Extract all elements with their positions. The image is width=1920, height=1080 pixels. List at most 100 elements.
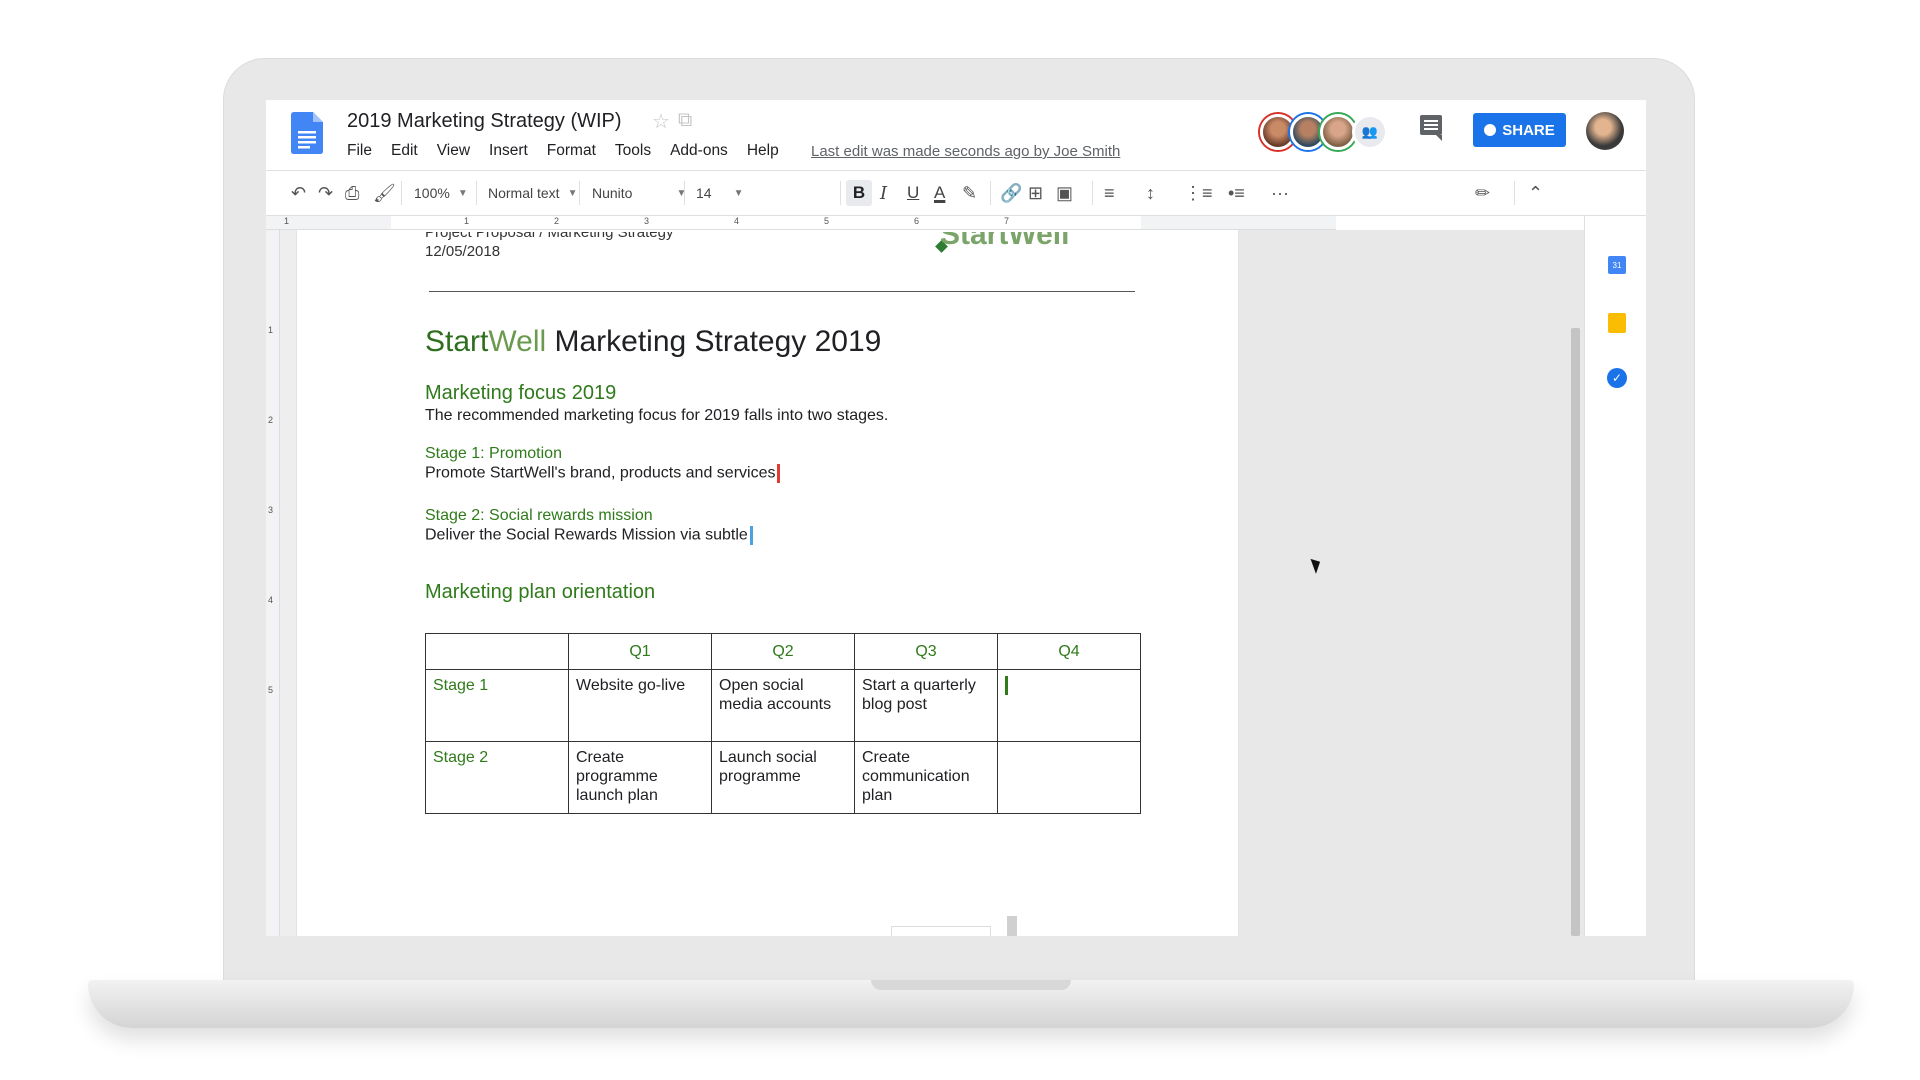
side-panel: 31 ✓ [1584,216,1646,936]
subheading: Stage 1: Promotion [425,445,562,462]
document-page[interactable]: Project Proposal / Marketing Strategy 12… [296,230,1239,936]
italic-button[interactable]: I [880,171,887,215]
header-divider [429,291,1135,292]
menu-format[interactable]: Format [547,142,596,160]
bulleted-list-icon[interactable]: •≡ [1228,171,1245,215]
more-options-icon[interactable]: ··· [1271,171,1289,215]
table-row: Stage 1 Website go-live Open social medi… [425,669,1141,742]
paint-format-icon[interactable]: 🖌 [373,171,396,215]
calendar-icon[interactable]: 31 [1608,256,1626,274]
collaborator-cursor [749,526,753,545]
marketing-plan-table[interactable]: Q1 Q2 Q3 Q4 Stage 1 Website go-live Open… [425,633,1141,814]
tasks-icon[interactable]: ✓ [1607,368,1627,388]
table-header-cell[interactable]: Q3 [854,633,998,670]
ruler-mark: 7 [1004,216,1010,226]
ruler-mark: 4 [268,595,274,605]
insert-image-icon[interactable]: ▣ [1056,171,1073,215]
toolbar-divider [476,181,477,205]
ruler-mark: 6 [914,216,920,226]
table-header-cell[interactable]: Q1 [568,633,712,670]
menu-insert[interactable]: Insert [489,142,528,160]
share-button-label: SHARE [1502,121,1555,139]
menu-tools[interactable]: Tools [615,142,651,160]
table-header-cell[interactable]: Q4 [997,633,1141,670]
ruler-mark: 3 [644,216,650,226]
heading-brand-well: Well [488,325,547,358]
horizontal-ruler[interactable]: 1 1 2 3 4 5 6 7 [266,216,1336,230]
table-header-cell[interactable] [425,633,569,670]
underline-button[interactable]: U [907,171,919,215]
collaborator-cursor [1005,676,1008,695]
section-heading: Marketing focus 2019 [425,382,617,404]
table-row-header[interactable]: Stage 1 [425,669,569,742]
font-value: Nunito [592,185,633,201]
toolbar: ↶ ↷ ⎙ 🖌 100% ▼ Normal text ▼ Nunito ▼ 14 ▼ B… [266,170,1646,216]
subheading: Stage 2: Social rewards mission [425,507,653,524]
paragraph-text: Promote StartWell's brand, products and … [425,464,776,482]
vertical-ruler[interactable]: 1 2 3 4 5 [266,230,280,936]
menu-bar: File Edit View Insert Format Tools Add-o… [347,142,798,160]
font-size-select[interactable]: 14 ▼ [696,171,743,215]
docs-logo-icon[interactable] [291,112,323,154]
toolbar-divider [990,181,991,205]
vertical-scrollbar[interactable] [1571,328,1580,936]
ruler-mark: 1 [284,216,290,226]
line-spacing-icon[interactable]: ↕ [1146,171,1155,215]
paragraph: The recommended marketing focus for 2019… [425,407,889,424]
zoom-select[interactable]: 100% ▼ [414,171,468,215]
menu-help[interactable]: Help [747,142,779,160]
undo-icon[interactable]: ↶ [291,171,306,215]
editing-mode-icon[interactable]: ✏ [1475,171,1490,215]
chevron-down-icon: ▼ [733,187,744,199]
paragraph: Promote StartWell's brand, products and … [425,464,781,483]
ruler-mark: 1 [464,216,470,226]
page-bottom-marker [1007,916,1017,936]
table-cell[interactable]: Website go-live [568,669,712,742]
menu-view[interactable]: View [437,142,470,160]
table-cell[interactable]: Start a quarterly blog post [854,669,998,742]
collapse-menus-icon[interactable]: ⌃ [1528,171,1543,215]
print-icon[interactable]: ⎙ [345,171,359,215]
comments-icon[interactable] [1420,115,1442,141]
chevron-down-icon: ▼ [567,187,578,199]
table-cell[interactable]: Create programme launch plan [568,741,712,814]
font-select[interactable]: Nunito ▼ [592,171,686,215]
table-cell[interactable]: Open social media accounts [711,669,855,742]
menu-add-ons[interactable]: Add-ons [670,142,728,160]
ruler-mark: 2 [554,216,560,226]
menu-edit[interactable]: Edit [391,142,418,160]
move-to-folder-icon[interactable]: ⧉ [678,109,692,134]
share-button[interactable]: SHARE [1473,113,1566,147]
toolbar-divider [840,181,841,205]
text-color-button[interactable]: A [934,171,945,215]
page-margin-area [1239,230,1584,936]
table-cell[interactable]: Create communication plan [854,741,998,814]
avatar[interactable] [1320,114,1356,150]
numbered-list-icon[interactable]: ⋮≡ [1184,171,1213,215]
toolbar-divider [401,181,402,205]
align-left-icon[interactable]: ≡ [1104,171,1115,215]
table-row-header[interactable]: Stage 2 [425,741,569,814]
more-collaborators-icon[interactable]: 👥 [1352,114,1388,150]
account-avatar[interactable] [1586,112,1624,150]
document-heading: StartWell Marketing Strategy 2019 [425,325,881,359]
table-cell[interactable]: Launch social programme [711,741,855,814]
style-select[interactable]: Normal text ▼ [488,171,577,215]
highlight-color-icon[interactable]: ✎ [962,171,977,215]
star-icon[interactable]: ☆ [652,109,670,134]
keep-icon[interactable] [1608,313,1626,333]
table-header-cell[interactable]: Q2 [711,633,855,670]
paragraph: Deliver the Social Rewards Mission via s… [425,526,753,545]
last-edit-link[interactable]: Last edit was made seconds ago by Joe Sm… [811,143,1120,160]
table-cell[interactable] [997,669,1141,742]
document-title[interactable]: 2019 Marketing Strategy (WIP) [347,110,622,133]
page-header-date: 12/05/2018 [425,243,501,260]
bold-button[interactable]: B [846,180,872,206]
collaborator-cursor [777,464,781,483]
menu-file[interactable]: File [347,142,372,160]
page-bottom-widget [891,926,991,936]
table-cell[interactable] [997,741,1141,814]
link-icon[interactable]: 🔗 [1000,171,1022,215]
redo-icon[interactable]: ↷ [318,171,333,215]
add-comment-icon[interactable]: ⊞ [1028,171,1043,215]
